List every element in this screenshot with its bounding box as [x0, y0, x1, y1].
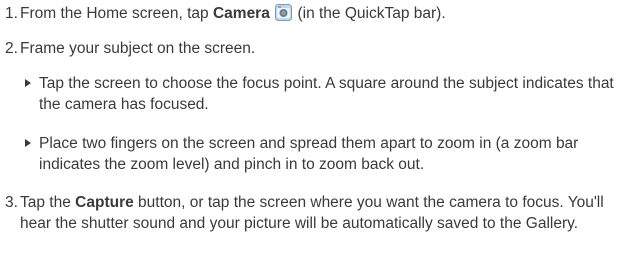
step-3-text-pre: Tap the	[20, 194, 76, 211]
step-2: 2. Frame your subject on the screen.	[0, 38, 638, 59]
step-1-camera-label: Camera	[212, 5, 270, 22]
step-3: 3. Tap the Capture button, or tap the sc…	[0, 192, 618, 234]
bullet-1-text: Tap the screen to choose the focus point…	[39, 75, 614, 113]
step-2-number: 2.	[5, 40, 18, 57]
step-3-number: 3.	[5, 194, 18, 211]
bullet-triangle-icon	[25, 79, 31, 87]
step-1: 1. From the Home screen, tap Camera (in …	[0, 3, 638, 24]
step-1-text-post: (in the QuickTap bar).	[293, 5, 446, 22]
step-2-text: Frame your subject on the screen.	[20, 40, 256, 57]
bullet-triangle-icon	[25, 139, 31, 147]
step-3-capture-label: Capture	[75, 194, 134, 211]
step-1-text-pre: From the Home screen, tap	[20, 5, 213, 22]
step-1-number: 1.	[5, 5, 18, 22]
camera-app-icon	[275, 4, 293, 21]
step-2-bullet-1: Tap the screen to choose the focus point…	[0, 73, 638, 115]
step-2-bullet-2: Place two fingers on the screen and spre…	[0, 133, 638, 175]
bullet-2-text: Place two fingers on the screen and spre…	[39, 135, 579, 173]
